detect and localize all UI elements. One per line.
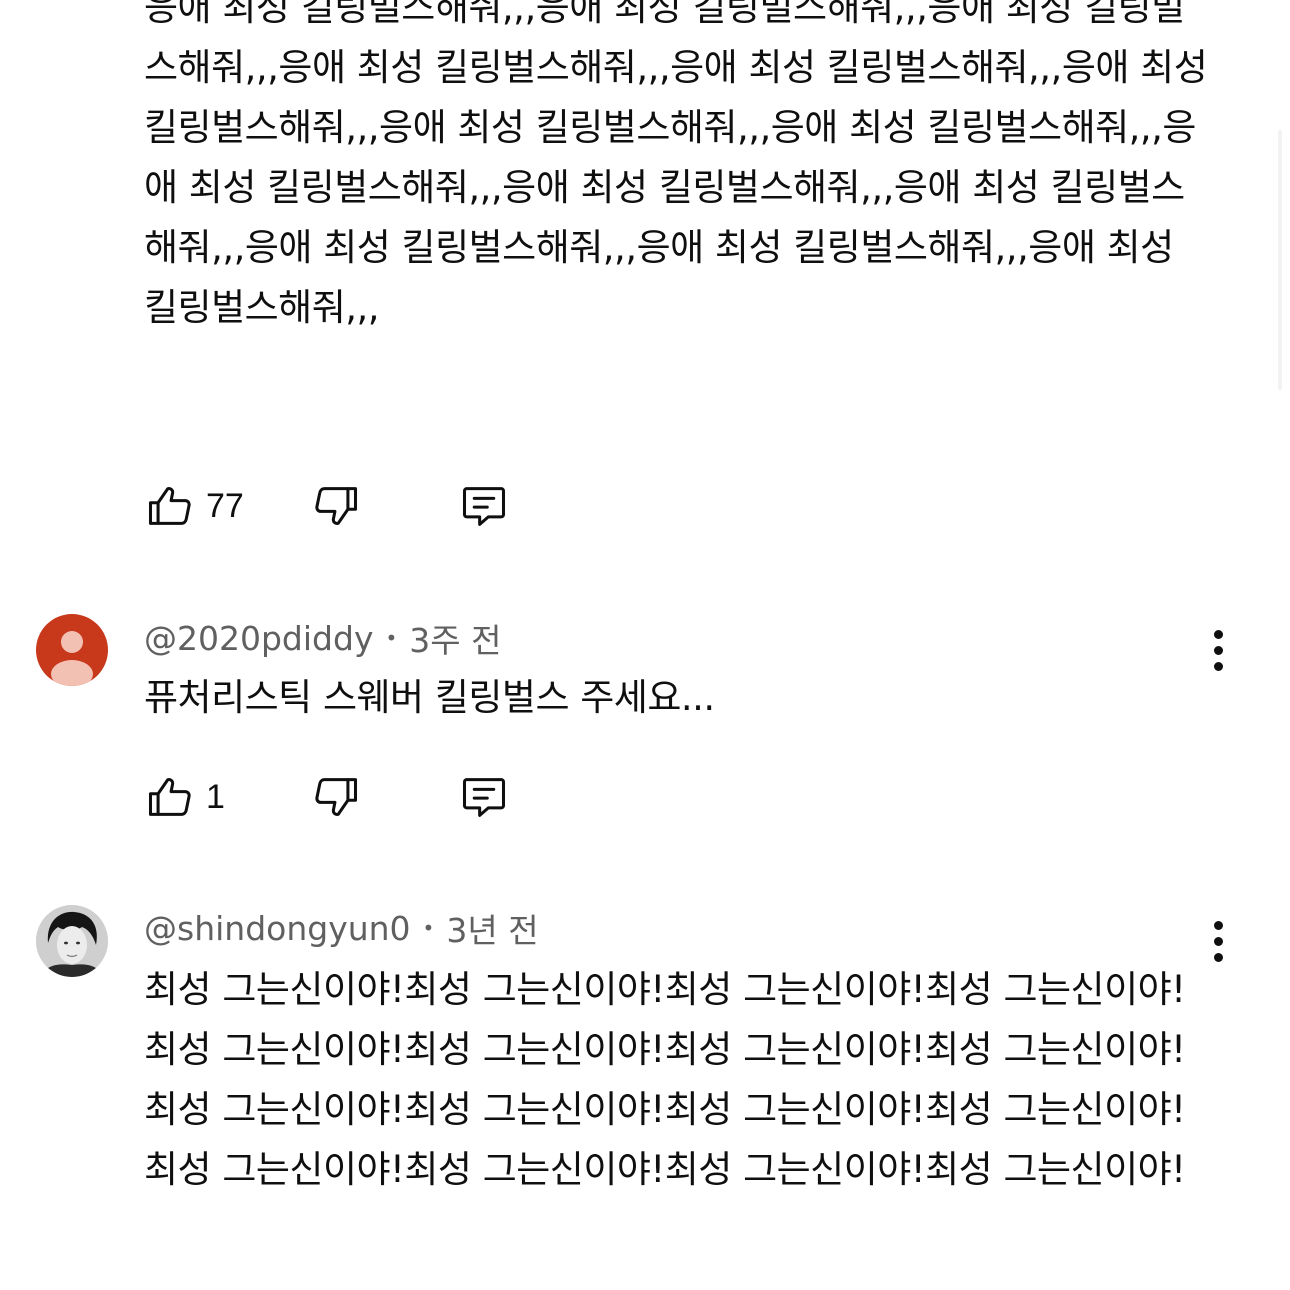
- thumbs-down-icon: [315, 487, 358, 525]
- thumbs-down-icon: [315, 778, 358, 816]
- reply-icon: [462, 778, 506, 817]
- profile-photo: [36, 905, 108, 977]
- comment-meta: @shindongyun0 • 3년 전: [144, 906, 539, 951]
- comment-text: 최성 그는신이야!최성 그는신이야!최성 그는신이야!최성 그는신이야!최성 그…: [144, 968, 1186, 1191]
- separator-dot: •: [422, 916, 435, 940]
- dislike-button[interactable]: [310, 767, 362, 827]
- thumbs-up-icon: [148, 778, 191, 816]
- default-user-icon: [51, 631, 93, 686]
- comment-meta: @2020pdiddy • 3주 전: [144, 616, 502, 661]
- comment-time: 3년 전: [446, 911, 539, 950]
- like-button[interactable]: 1: [144, 767, 225, 827]
- dot-icon: [1213, 645, 1223, 655]
- comment-actions: 77: [144, 476, 564, 536]
- like-count: 77: [206, 486, 244, 525]
- author-name[interactable]: @2020pdiddy: [144, 619, 373, 658]
- dot-icon: [1213, 952, 1223, 962]
- like-count: 1: [206, 777, 225, 816]
- reply-icon: [462, 487, 506, 526]
- avatar[interactable]: [36, 614, 108, 686]
- dislike-button[interactable]: [310, 476, 362, 536]
- dot-icon: [1213, 920, 1223, 930]
- scrollbar[interactable]: [1278, 130, 1282, 390]
- author-name[interactable]: @shindongyun0: [144, 909, 411, 948]
- comment-actions: 1: [144, 767, 564, 827]
- like-button[interactable]: 77: [144, 476, 244, 536]
- comment-text: 응애 최성 킬링벌스해줘,,,응애 최성 킬링벌스해줘,,,응애 최성 킬링벌스…: [144, 0, 1208, 329]
- comment-time: 3주 전: [409, 621, 502, 660]
- dot-icon: [1213, 629, 1223, 639]
- separator-dot: •: [385, 626, 398, 650]
- reply-button[interactable]: [458, 767, 510, 827]
- dot-icon: [1213, 936, 1223, 946]
- reply-button[interactable]: [458, 476, 510, 536]
- thumbs-up-icon: [148, 487, 191, 525]
- comment-text: 퓨처리스틱 스웨버 킬링벌스 주세요...: [144, 676, 715, 719]
- avatar[interactable]: [36, 905, 108, 977]
- dot-icon: [1213, 661, 1223, 671]
